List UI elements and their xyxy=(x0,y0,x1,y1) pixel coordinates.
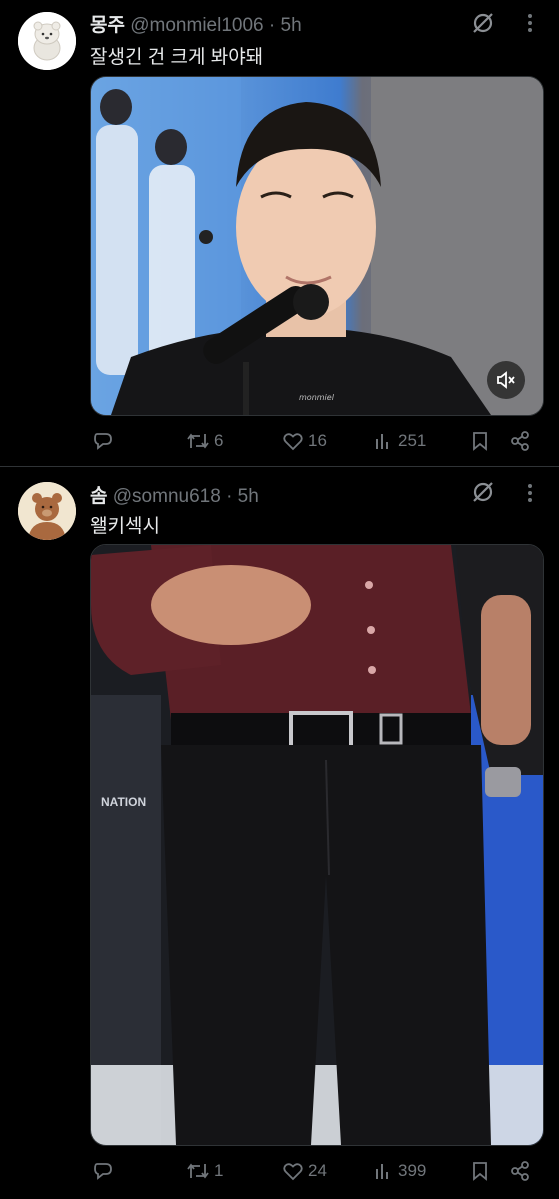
more-icon[interactable] xyxy=(519,12,541,34)
tweet-text: 잘생긴 건 크게 봐야돼 xyxy=(90,47,264,68)
views-icon xyxy=(376,1164,388,1179)
image-frame xyxy=(91,545,543,1145)
display-name[interactable]: 몽주 xyxy=(90,15,125,36)
bookmark-button[interactable] xyxy=(470,426,490,456)
timestamp[interactable]: · 5h xyxy=(269,15,302,36)
tweet-header: 몽주 @monmiel1006 · 5h xyxy=(90,10,302,37)
share-button[interactable] xyxy=(509,1156,531,1186)
views-button[interactable]: 251 xyxy=(374,426,426,456)
heart-icon xyxy=(283,1163,303,1181)
avatar[interactable] xyxy=(18,482,76,540)
reply-button[interactable] xyxy=(92,1156,118,1186)
share-icon xyxy=(511,431,529,451)
views-icon xyxy=(376,434,388,449)
tweet-video[interactable]: monmiel xyxy=(90,76,544,416)
video-frame xyxy=(91,77,543,415)
more-icon[interactable] xyxy=(519,482,541,504)
display-name[interactable]: 솜 xyxy=(90,486,107,507)
tweet-image[interactable]: NATION xyxy=(90,544,544,1146)
background-sign-text: NATION xyxy=(101,795,147,809)
repost-icon xyxy=(187,1163,209,1179)
tweet-1[interactable]: 몽주 @monmiel1006 · 5h 잘생긴 건 크게 봐야돼 monmie… xyxy=(0,0,559,466)
reply-icon xyxy=(94,1163,112,1180)
repost-button[interactable]: 1 xyxy=(186,1156,223,1186)
view-count: 251 xyxy=(398,431,427,450)
user-handle[interactable]: @somnu618 xyxy=(113,486,221,507)
tweet-header: 솜 @somnu618 · 5h xyxy=(90,481,259,508)
user-handle[interactable]: @monmiel1006 xyxy=(130,15,263,36)
share-button[interactable] xyxy=(509,426,531,456)
muted-speaker-icon[interactable] xyxy=(487,361,525,399)
like-button[interactable]: 16 xyxy=(282,426,327,456)
like-count: 16 xyxy=(308,431,327,450)
views-button[interactable]: 399 xyxy=(374,1156,426,1186)
bookmark-icon xyxy=(473,432,487,451)
heart-icon xyxy=(283,433,303,451)
grok-icon[interactable] xyxy=(470,10,496,36)
reply-icon xyxy=(94,433,112,450)
timestamp[interactable]: · 5h xyxy=(226,486,259,507)
repost-count: 6 xyxy=(214,431,224,450)
repost-count: 1 xyxy=(214,1161,224,1180)
like-count: 24 xyxy=(308,1161,327,1180)
bookmark-button[interactable] xyxy=(470,1156,490,1186)
like-button[interactable]: 24 xyxy=(282,1156,327,1186)
tweet-text: 왤키섹시 xyxy=(90,516,160,537)
share-icon xyxy=(511,1161,529,1181)
tweet-actions: 6 16 251 xyxy=(90,426,542,456)
video-watermark: monmiel xyxy=(299,393,334,402)
tweet-actions: 1 24 399 xyxy=(90,1156,542,1186)
reply-button[interactable] xyxy=(92,426,118,456)
view-count: 399 xyxy=(398,1161,427,1180)
repost-icon xyxy=(187,433,209,449)
bookmark-icon xyxy=(473,1162,487,1181)
tweet-2[interactable]: 솜 @somnu618 · 5h 왤키섹시 NATION 1 24 399 xyxy=(0,467,559,1199)
avatar[interactable] xyxy=(18,12,76,70)
repost-button[interactable]: 6 xyxy=(186,426,223,456)
grok-icon[interactable] xyxy=(470,479,496,505)
